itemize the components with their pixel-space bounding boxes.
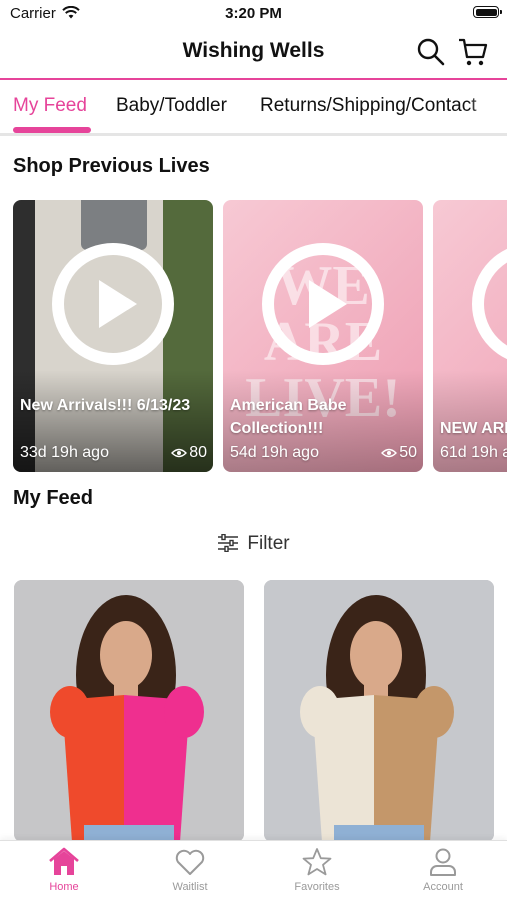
live-card-title: NEW ARRIVALS: [440, 420, 507, 437]
bottom-tab-bar: Home Waitlist Favorites Account: [0, 840, 507, 901]
live-card-views: 50: [381, 444, 417, 462]
app-header: Wishing Wells: [0, 28, 507, 80]
live-card-title: American Babe Collection!!!: [230, 397, 347, 437]
section-title-my-feed: My Feed: [13, 487, 94, 509]
section-title-previous-lives: Shop Previous Lives: [13, 155, 210, 177]
live-card-title: New Arrivals!!! 6/13/23: [20, 397, 191, 414]
clock: 3:20 PM: [225, 5, 282, 22]
nav-home-label: Home: [49, 881, 79, 893]
cart-icon[interactable]: [457, 36, 489, 68]
filter-sliders-icon: [218, 533, 239, 553]
live-card[interactable]: WE ARE LIVE! American Babe Collection!!!…: [223, 200, 423, 472]
live-card-time-ago: 33d 19h ago: [20, 444, 109, 461]
tab-returns-shipping-contact[interactable]: Returns/Shipping/Contact: [260, 95, 477, 117]
live-card-views: 80: [171, 444, 207, 462]
search-icon[interactable]: [415, 36, 447, 68]
heart-icon: [175, 849, 205, 875]
filter-label: Filter: [247, 533, 290, 554]
previous-lives-carousel[interactable]: New Arrivals!!! 6/13/23 33d 19h ago 80 W…: [13, 200, 507, 472]
filter-button[interactable]: Filter: [0, 533, 507, 555]
product-card[interactable]: [264, 580, 494, 842]
live-card-view-count: 50: [399, 444, 417, 461]
live-card[interactable]: New Arrivals!!! 6/13/23 33d 19h ago 80: [13, 200, 213, 472]
active-tab-indicator: [13, 127, 91, 133]
star-icon: [302, 848, 332, 876]
home-icon: [49, 847, 79, 875]
nav-favorites[interactable]: Favorites: [267, 847, 367, 893]
battery-icon: [473, 6, 502, 18]
tab-my-feed[interactable]: My Feed: [13, 95, 87, 117]
product-image: [264, 580, 494, 842]
status-bar: Carrier 3:20 PM: [0, 0, 507, 28]
nav-home[interactable]: Home: [14, 847, 114, 893]
play-icon[interactable]: [51, 242, 175, 366]
eye-icon: [171, 448, 188, 457]
eye-icon: [381, 448, 398, 457]
play-icon[interactable]: [261, 242, 385, 366]
live-card-time-ago: 61d 19h ago: [440, 444, 507, 461]
play-icon[interactable]: [471, 242, 507, 366]
nav-account[interactable]: Account: [393, 847, 493, 893]
nav-waitlist-label: Waitlist: [172, 881, 208, 893]
live-card[interactable]: NEW ARRIVALS 61d 19h ago: [433, 200, 507, 472]
product-image: [14, 580, 244, 842]
live-card-time-ago: 54d 19h ago: [230, 444, 319, 461]
nav-waitlist[interactable]: Waitlist: [140, 847, 240, 893]
nav-favorites-label: Favorites: [294, 881, 340, 893]
tab-baby-toddler[interactable]: Baby/Toddler: [116, 95, 227, 117]
nav-account-label: Account: [423, 881, 463, 893]
category-tabs: My Feed Baby/Toddler Returns/Shipping/Co…: [0, 80, 507, 136]
product-card[interactable]: [14, 580, 244, 842]
live-card-view-count: 80: [189, 444, 207, 461]
user-icon: [430, 848, 456, 876]
